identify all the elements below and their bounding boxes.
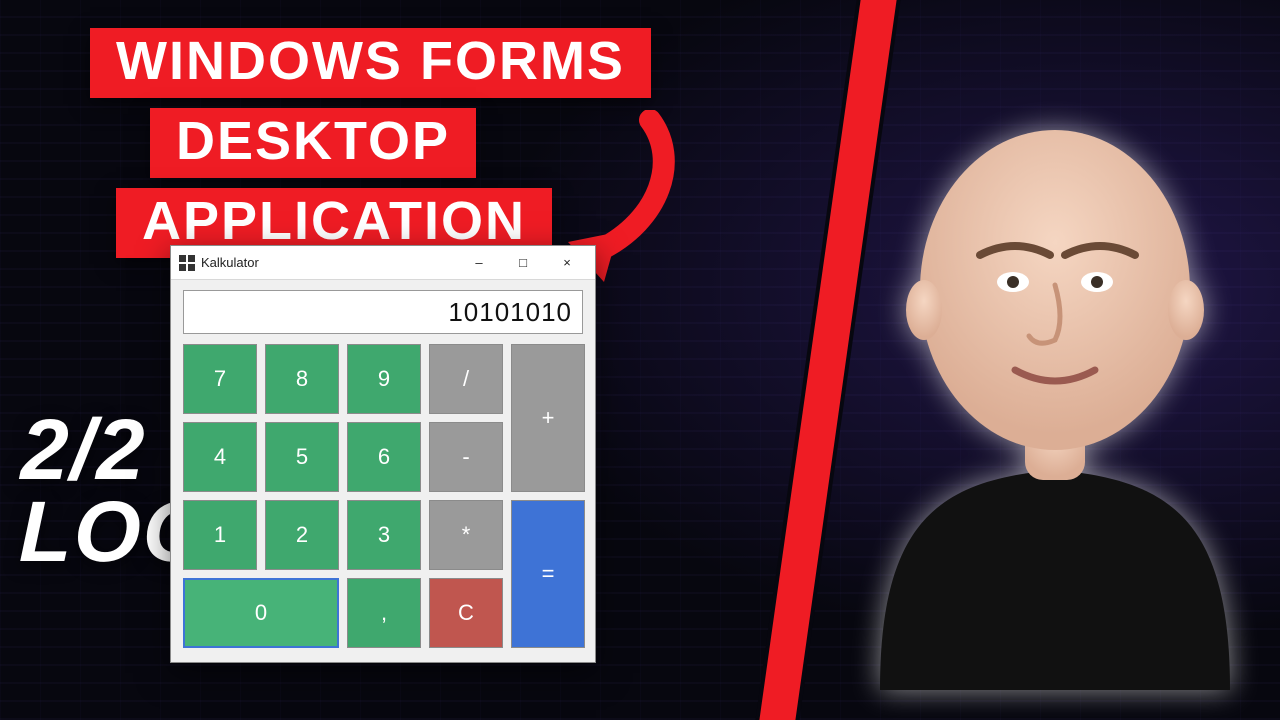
key-clear[interactable]: C	[429, 578, 503, 648]
key-multiply[interactable]: *	[429, 500, 503, 570]
display-input[interactable]	[183, 290, 583, 334]
maximize-button[interactable]: □	[501, 246, 545, 279]
window-title: Kalkulator	[201, 255, 457, 270]
key-3[interactable]: 3	[347, 500, 421, 570]
calculator-body: 7 8 9 / + 4 5 6 - 1 2 3 * = 0 , C	[171, 280, 595, 662]
headline-line-1: WINDOWS FORMS	[90, 28, 651, 98]
key-decimal[interactable]: ,	[347, 578, 421, 648]
key-subtract[interactable]: -	[429, 422, 503, 492]
key-divide[interactable]: /	[429, 344, 503, 414]
headline-line-2: DESKTOP	[150, 108, 476, 178]
minimize-button[interactable]: –	[457, 246, 501, 279]
presenter-portrait	[840, 50, 1270, 690]
key-1[interactable]: 1	[183, 500, 257, 570]
key-9[interactable]: 9	[347, 344, 421, 414]
app-icon	[179, 255, 195, 271]
key-6[interactable]: 6	[347, 422, 421, 492]
key-4[interactable]: 4	[183, 422, 257, 492]
key-8[interactable]: 8	[265, 344, 339, 414]
key-5[interactable]: 5	[265, 422, 339, 492]
close-button[interactable]: ×	[545, 246, 589, 279]
calculator-window: Kalkulator – □ × 7 8 9 / + 4 5 6 - 1 2 3…	[170, 245, 596, 663]
key-add[interactable]: +	[511, 344, 585, 492]
window-titlebar[interactable]: Kalkulator – □ ×	[171, 246, 595, 280]
key-0[interactable]: 0	[183, 578, 339, 648]
keypad: 7 8 9 / + 4 5 6 - 1 2 3 * = 0 , C	[183, 344, 583, 648]
key-7[interactable]: 7	[183, 344, 257, 414]
key-equals[interactable]: =	[511, 500, 585, 648]
key-2[interactable]: 2	[265, 500, 339, 570]
